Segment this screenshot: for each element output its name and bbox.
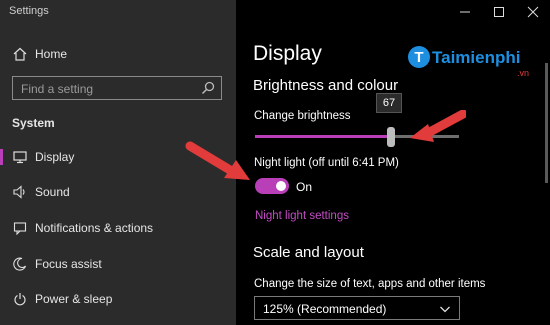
scrollbar-thumb[interactable] [545, 63, 548, 183]
watermark-logo-icon: T Taimienphi .vn [408, 46, 529, 78]
brightness-value-tooltip: 67 [376, 93, 402, 113]
watermark-suffix: .vn [517, 68, 529, 78]
brightness-slider-fill[interactable] [255, 135, 391, 138]
sidebar-item-focus-assist[interactable]: Focus assist [0, 249, 236, 279]
title-bar: Settings [0, 0, 236, 24]
active-indicator [0, 149, 3, 165]
scale-dropdown[interactable]: 125% (Recommended) [254, 296, 460, 320]
page-title: Display [253, 42, 322, 65]
sidebar-item-label: Display [35, 150, 75, 164]
search-input[interactable]: Find a setting [12, 76, 222, 100]
sidebar-item-label: Focus assist [35, 257, 102, 271]
minimize-icon [460, 11, 470, 13]
section-scale-heading: Scale and layout [253, 244, 364, 261]
scrollbar[interactable] [543, 28, 549, 325]
close-button[interactable] [516, 0, 550, 24]
moon-icon [12, 256, 28, 272]
sidebar-section-system: System [12, 116, 55, 130]
scale-label: Change the size of text, apps and other … [254, 278, 486, 290]
search-placeholder: Find a setting [21, 82, 94, 96]
home-icon [12, 46, 28, 62]
maximize-icon [494, 7, 504, 17]
search-icon[interactable] [201, 81, 215, 95]
section-brightness-heading: Brightness and colour [253, 77, 399, 94]
nav-home-label: Home [35, 47, 68, 61]
notifications-icon [12, 220, 28, 236]
minimize-button[interactable] [448, 0, 482, 24]
watermark-logo: T Taimienphi .vn [405, 44, 541, 78]
brightness-label: Change brightness [254, 110, 351, 122]
arrow-annotation-icon [410, 110, 466, 142]
power-icon [12, 291, 28, 307]
night-light-settings-link[interactable]: Night light settings [255, 210, 349, 222]
nav-home[interactable]: Home [0, 40, 236, 68]
toggle-knob [276, 181, 286, 191]
window-controls [448, 0, 550, 24]
app-title: Settings [9, 5, 49, 17]
sidebar-item-label: Sound [35, 185, 70, 199]
chevron-down-icon [440, 306, 450, 313]
sidebar-item-power-sleep[interactable]: Power & sleep [0, 284, 236, 314]
speaker-icon [12, 184, 28, 200]
arrow-annotation-icon [185, 141, 250, 180]
monitor-icon [12, 149, 28, 165]
night-light-toggle[interactable] [255, 178, 289, 194]
night-light-state: On [296, 180, 313, 194]
brightness-slider-thumb[interactable] [387, 127, 395, 147]
scale-dropdown-value: 125% (Recommended) [263, 302, 387, 316]
sidebar-item-notifications[interactable]: Notifications & actions [0, 213, 236, 243]
close-icon [527, 6, 539, 18]
svg-text:T: T [414, 49, 423, 66]
sidebar-item-label: Power & sleep [35, 292, 113, 306]
night-light-label: Night light (off until 6:41 PM) [254, 157, 399, 169]
sidebar-item-label: Notifications & actions [35, 221, 154, 235]
maximize-button[interactable] [482, 0, 516, 24]
watermark-name: Taimienphi [432, 48, 520, 67]
